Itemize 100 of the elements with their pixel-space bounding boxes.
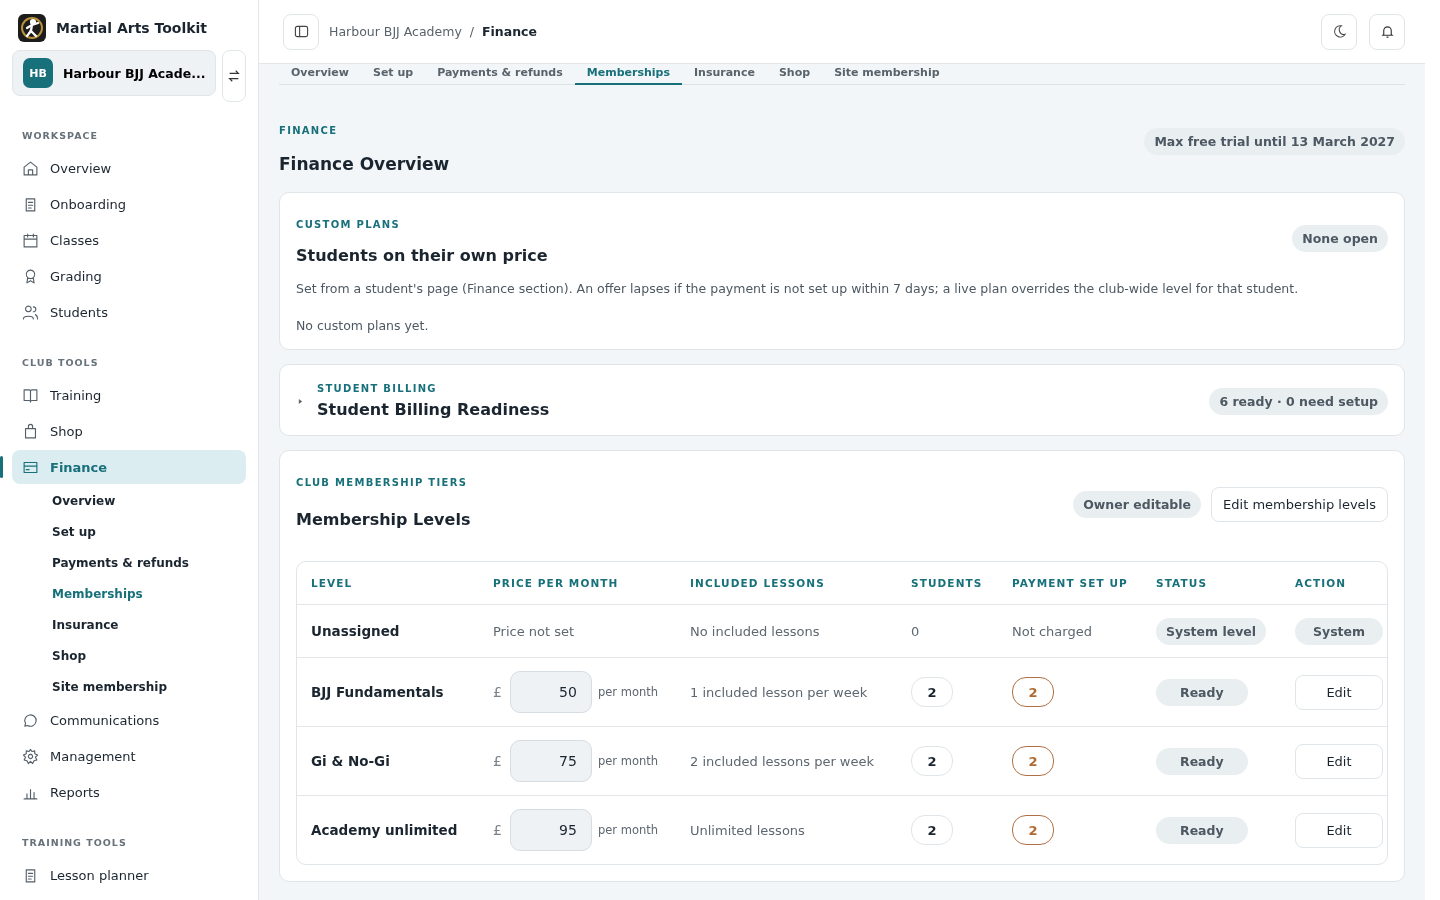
users-icon (22, 303, 39, 321)
level-name: BJJ Fundamentals (311, 684, 445, 700)
moon-icon (1331, 24, 1347, 39)
status-badge: Ready (1156, 678, 1248, 706)
student-count: 2 (911, 677, 953, 707)
price-unit: per month (597, 754, 658, 768)
tab[interactable]: Site membership (822, 64, 952, 85)
card-eyebrow: CLUB MEMBERSHIP TIERS (296, 477, 469, 488)
system-badge: System (1295, 617, 1384, 645)
sidebar-panel-icon (293, 24, 309, 39)
table-cell-text: 0 (911, 623, 921, 639)
edit-levels-button[interactable]: Edit membership levels (1211, 487, 1388, 522)
sidebar-item[interactable]: Overview (12, 151, 246, 185)
edit-button[interactable]: Edit (1295, 812, 1383, 848)
currency-symbol: £ (493, 684, 502, 700)
payment-count: 2 (1012, 677, 1054, 707)
column-header: STATUS (1156, 577, 1209, 589)
empty-message: No custom plans yet. (296, 318, 430, 333)
status-badge: Ready (1156, 747, 1248, 775)
card-eyebrow: CUSTOM PLANS (296, 219, 402, 230)
card-description: Set from a student's page (Finance section). An offer lapses if the payment is not set up within 7 days; a live plan overrides the club-wide level for that student. (296, 281, 1300, 296)
switch-club-button[interactable] (222, 50, 246, 102)
chat-icon (22, 711, 39, 729)
section-heading: TRAINING TOOLS (22, 837, 128, 848)
section-heading: CLUB TOOLS (22, 357, 100, 368)
status-badge: Ready (1156, 816, 1248, 844)
book-icon (22, 386, 39, 404)
calendar-icon (22, 231, 39, 249)
price-input[interactable]: 75 (509, 740, 592, 782)
level-name: Gi & No-Gi (311, 753, 391, 769)
status-badge: System level (1156, 617, 1267, 645)
card-title: Student Billing Readiness (317, 400, 551, 419)
price-input[interactable]: 95 (509, 809, 592, 851)
card-title: Membership Levels (296, 510, 471, 529)
app-name: Martial Arts Toolkit (56, 20, 208, 36)
column-header: STUDENTS (911, 577, 984, 589)
bell-icon (1379, 24, 1395, 39)
sidebar-subitem[interactable]: Set up (12, 517, 246, 548)
sidebar-item[interactable]: Shop (12, 414, 246, 448)
readiness-badge: 6 ready · 0 need setup (1209, 387, 1388, 415)
sidebar-subitem[interactable]: Memberships (12, 579, 246, 610)
price-input[interactable]: 50 (509, 671, 592, 713)
tab[interactable]: Payments & refunds (425, 64, 575, 85)
trial-badge: Max free trial until 13 March 2027 (1144, 128, 1405, 155)
table-cell-text: No included lessons (690, 623, 821, 639)
billing-card[interactable]: STUDENT BILLING Student Billing Readiness 6 ready · 0 need setup (279, 364, 1405, 436)
card-eyebrow: STUDENT BILLING (317, 383, 438, 394)
status-badge: None open (1292, 225, 1388, 252)
sidebar-subitem[interactable]: Shop (12, 641, 246, 672)
gear-icon (22, 747, 39, 765)
payment-count: 2 (1012, 815, 1054, 845)
sidebar-item[interactable]: Grading (12, 259, 246, 293)
sidebar-subitem[interactable]: Overview (12, 486, 246, 517)
home-icon (22, 159, 39, 177)
tab[interactable]: Memberships (574, 64, 682, 85)
column-header: ACTION (1295, 577, 1348, 589)
notifications-button[interactable] (1369, 13, 1405, 50)
sidebar-item[interactable]: Onboarding (12, 187, 246, 221)
table-cell-text: Not charged (1012, 623, 1093, 639)
currency-symbol: £ (493, 753, 502, 769)
column-header: PRICE PER MONTH (493, 577, 620, 589)
permission-badge: Owner editable (1073, 491, 1202, 518)
sidebar-item[interactable]: Lesson planner (12, 858, 246, 892)
column-header: PAYMENT SET UP (1012, 577, 1129, 589)
breadcrumb-link[interactable]: Harbour BJJ Academy (329, 24, 462, 39)
tab[interactable]: Shop (766, 64, 823, 85)
edit-button[interactable]: Edit (1295, 743, 1383, 779)
tab[interactable]: Set up (361, 64, 426, 85)
sidebar-subitem[interactable]: Payments & refunds (12, 548, 246, 579)
dark-mode-button[interactable] (1321, 13, 1357, 50)
table-cell-text: Unlimited lessons (690, 822, 806, 838)
sidebar-subitem[interactable]: Site membership (12, 672, 246, 703)
card-title: Students on their own price (296, 246, 548, 265)
price-unit: per month (597, 685, 658, 699)
sidebar-item[interactable]: Training (12, 378, 246, 412)
level-name: Academy unlimited (311, 822, 459, 838)
student-count: 2 (911, 815, 953, 845)
payment-count: 2 (1012, 746, 1054, 776)
sidebar-item[interactable]: Finance (12, 450, 246, 484)
bag-icon (22, 422, 39, 440)
sidebar-item[interactable]: Students (12, 295, 246, 329)
column-header: INCLUDED LESSONS (690, 577, 826, 589)
table-cell-text: 2 included lessons per week (690, 753, 876, 769)
club-selector[interactable]: HB Harbour BJJ Acade... (12, 50, 217, 96)
sidebar-toggle-button[interactable] (283, 13, 319, 50)
sidebar-item[interactable]: Communications (12, 703, 246, 737)
sidebar-item[interactable]: Reports (12, 775, 246, 809)
sidebar-item[interactable]: Classes (12, 223, 246, 257)
table-cell-text: 1 included lesson per week (690, 684, 869, 700)
price-unit: per month (597, 823, 658, 837)
logo-icon (18, 14, 46, 42)
breadcrumb-current: Finance (482, 24, 537, 39)
sidebar-subitem[interactable]: Insurance (12, 610, 246, 641)
sidebar-item[interactable]: Management (12, 739, 246, 773)
student-count: 2 (911, 746, 953, 776)
swap-arrows-icon (227, 69, 242, 83)
tab[interactable]: Insurance (681, 64, 767, 85)
page-eyebrow: FINANCE (279, 125, 339, 136)
edit-button[interactable]: Edit (1295, 674, 1383, 710)
tab[interactable]: Overview (279, 64, 361, 85)
